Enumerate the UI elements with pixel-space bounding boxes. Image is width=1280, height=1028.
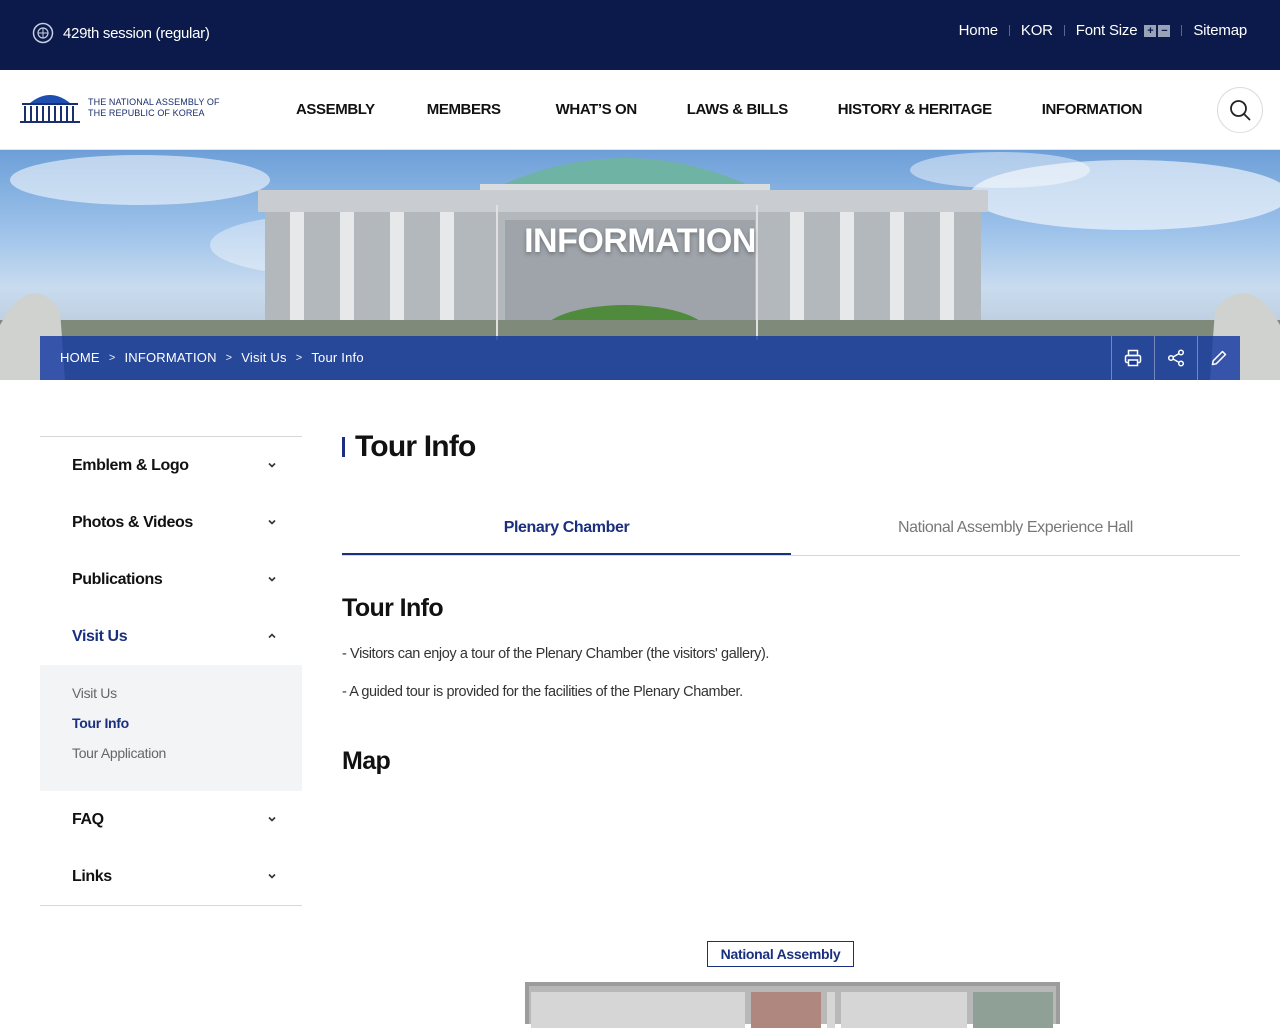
- map-label: National Assembly: [707, 941, 854, 967]
- logo-line-2: THE REPUBLIC OF KOREA: [88, 108, 205, 118]
- share-button[interactable]: [1154, 336, 1197, 380]
- nav-whats-on[interactable]: WHAT’S ON: [556, 101, 638, 118]
- map-area: [531, 992, 745, 1028]
- hero-banner: INFORMATION HOME > INFORMATION > Visit U…: [0, 150, 1280, 380]
- home-link[interactable]: Home: [959, 22, 998, 39]
- share-icon: [1167, 349, 1185, 367]
- divider: [1181, 25, 1183, 36]
- nav-information[interactable]: INFORMATION: [1042, 101, 1143, 118]
- submenu-visit-us[interactable]: Visit Us: [72, 683, 302, 713]
- tab-plenary-chamber[interactable]: Plenary Chamber: [342, 504, 791, 555]
- sidebar-item-publications[interactable]: Publications: [40, 551, 302, 608]
- print-icon: [1124, 349, 1142, 367]
- sidebar-item-visit-us[interactable]: Visit Us: [40, 608, 302, 665]
- logo-line-1: THE NATIONAL ASSEMBLY OF: [88, 97, 220, 107]
- breadcrumb: HOME > INFORMATION > Visit Us > Tour Inf…: [60, 350, 364, 365]
- nav-history-heritage[interactable]: HISTORY & HERITAGE: [838, 101, 992, 118]
- sidebar-item-label: Visit Us: [72, 627, 128, 645]
- session-info: 429th session (regular): [32, 22, 210, 44]
- kor-link[interactable]: KOR: [1021, 22, 1053, 39]
- nav-laws-bills[interactable]: LAWS & BILLS: [687, 101, 788, 118]
- font-decrease-button[interactable]: −: [1158, 24, 1171, 37]
- breadcrumb-tour-info[interactable]: Tour Info: [311, 350, 363, 365]
- tab-experience-hall[interactable]: National Assembly Experience Hall: [791, 504, 1240, 555]
- page-tools: [1111, 336, 1240, 380]
- logo-text: THE NATIONAL ASSEMBLY OF THE REPUBLIC OF…: [88, 97, 220, 119]
- breadcrumb-visit-us[interactable]: Visit Us: [241, 350, 286, 365]
- sidebar-item-label: Photos & Videos: [72, 513, 193, 531]
- site-logo[interactable]: THE NATIONAL ASSEMBLY OF THE REPUBLIC OF…: [20, 91, 220, 125]
- utility-links: Home KOR Font Size + − Sitemap: [959, 22, 1248, 39]
- chevron-down-icon: [268, 519, 276, 525]
- chevron-down-icon: [268, 873, 276, 879]
- pencil-icon: [1211, 350, 1227, 366]
- sidebar-item-links[interactable]: Links: [40, 848, 302, 905]
- tour-info-line-1: - Visitors can enjoy a tour of the Plena…: [342, 646, 770, 662]
- divider: [1063, 25, 1065, 36]
- visit-us-submenu: Visit Us Tour Info Tour Application: [40, 665, 302, 791]
- chevron-up-icon: [268, 633, 276, 639]
- chevron-right-icon: >: [225, 351, 233, 364]
- divider: [1008, 25, 1010, 36]
- submenu-tour-application[interactable]: Tour Application: [72, 743, 302, 773]
- side-nav: Emblem & Logo Photos & Videos Publicatio…: [40, 436, 302, 906]
- content-tabs: Plenary Chamber National Assembly Experi…: [342, 504, 1240, 556]
- title-accent-bar: [342, 437, 345, 457]
- chevron-right-icon: >: [295, 351, 303, 364]
- global-nav: ASSEMBLY MEMBERS WHAT’S ON LAWS & BILLS …: [296, 101, 1194, 118]
- chevron-down-icon: [268, 462, 276, 468]
- search-button[interactable]: [1217, 87, 1263, 133]
- hero-title: INFORMATION: [524, 222, 756, 260]
- font-size-controls: + −: [1144, 24, 1171, 37]
- assembly-emblem-icon: [32, 22, 54, 44]
- sidebar-item-label: Emblem & Logo: [72, 456, 189, 474]
- sidebar-item-label: FAQ: [72, 810, 104, 828]
- utility-bar: 429th session (regular) Home KOR Font Si…: [0, 0, 1280, 70]
- page-title: Tour Info: [342, 430, 476, 464]
- sidebar-item-emblem-logo[interactable]: Emblem & Logo: [40, 437, 302, 494]
- chevron-down-icon: [268, 576, 276, 582]
- sidebar-item-faq[interactable]: FAQ: [40, 791, 302, 848]
- map-area-hall: [973, 992, 1053, 1028]
- sidebar-item-label: Publications: [72, 570, 163, 588]
- map-area: [841, 992, 967, 1028]
- main-header: THE NATIONAL ASSEMBLY OF THE REPUBLIC OF…: [0, 70, 1280, 150]
- font-size-label: Font Size: [1075, 22, 1138, 39]
- sitemap-link[interactable]: Sitemap: [1193, 22, 1247, 39]
- breadcrumb-bar: HOME > INFORMATION > Visit Us > Tour Inf…: [40, 336, 1240, 380]
- nav-assembly[interactable]: ASSEMBLY: [296, 101, 375, 118]
- tour-info-line-2: - A guided tour is provided for the faci…: [342, 684, 743, 700]
- floor-plan-map: [525, 982, 1060, 1028]
- chevron-down-icon: [268, 816, 276, 822]
- sidebar-item-photos-videos[interactable]: Photos & Videos: [40, 494, 302, 551]
- chevron-right-icon: >: [108, 351, 116, 364]
- breadcrumb-home[interactable]: HOME: [60, 350, 100, 365]
- font-increase-button[interactable]: +: [1144, 24, 1157, 37]
- section-title-tour-info: Tour Info: [342, 594, 444, 622]
- page-title-text: Tour Info: [355, 430, 476, 463]
- sidebar-item-label: Links: [72, 867, 112, 885]
- session-label: 429th session (regular): [63, 24, 210, 42]
- map-area-plenary: [751, 992, 821, 1028]
- edit-button[interactable]: [1197, 336, 1240, 380]
- submenu-tour-info[interactable]: Tour Info: [72, 713, 302, 743]
- search-icon: [1230, 100, 1251, 121]
- nav-members[interactable]: MEMBERS: [427, 101, 501, 118]
- breadcrumb-information[interactable]: INFORMATION: [124, 350, 216, 365]
- assembly-building-logo-icon: [20, 95, 80, 123]
- print-button[interactable]: [1111, 336, 1154, 380]
- map-area: [827, 992, 835, 1028]
- section-title-map: Map: [342, 747, 391, 775]
